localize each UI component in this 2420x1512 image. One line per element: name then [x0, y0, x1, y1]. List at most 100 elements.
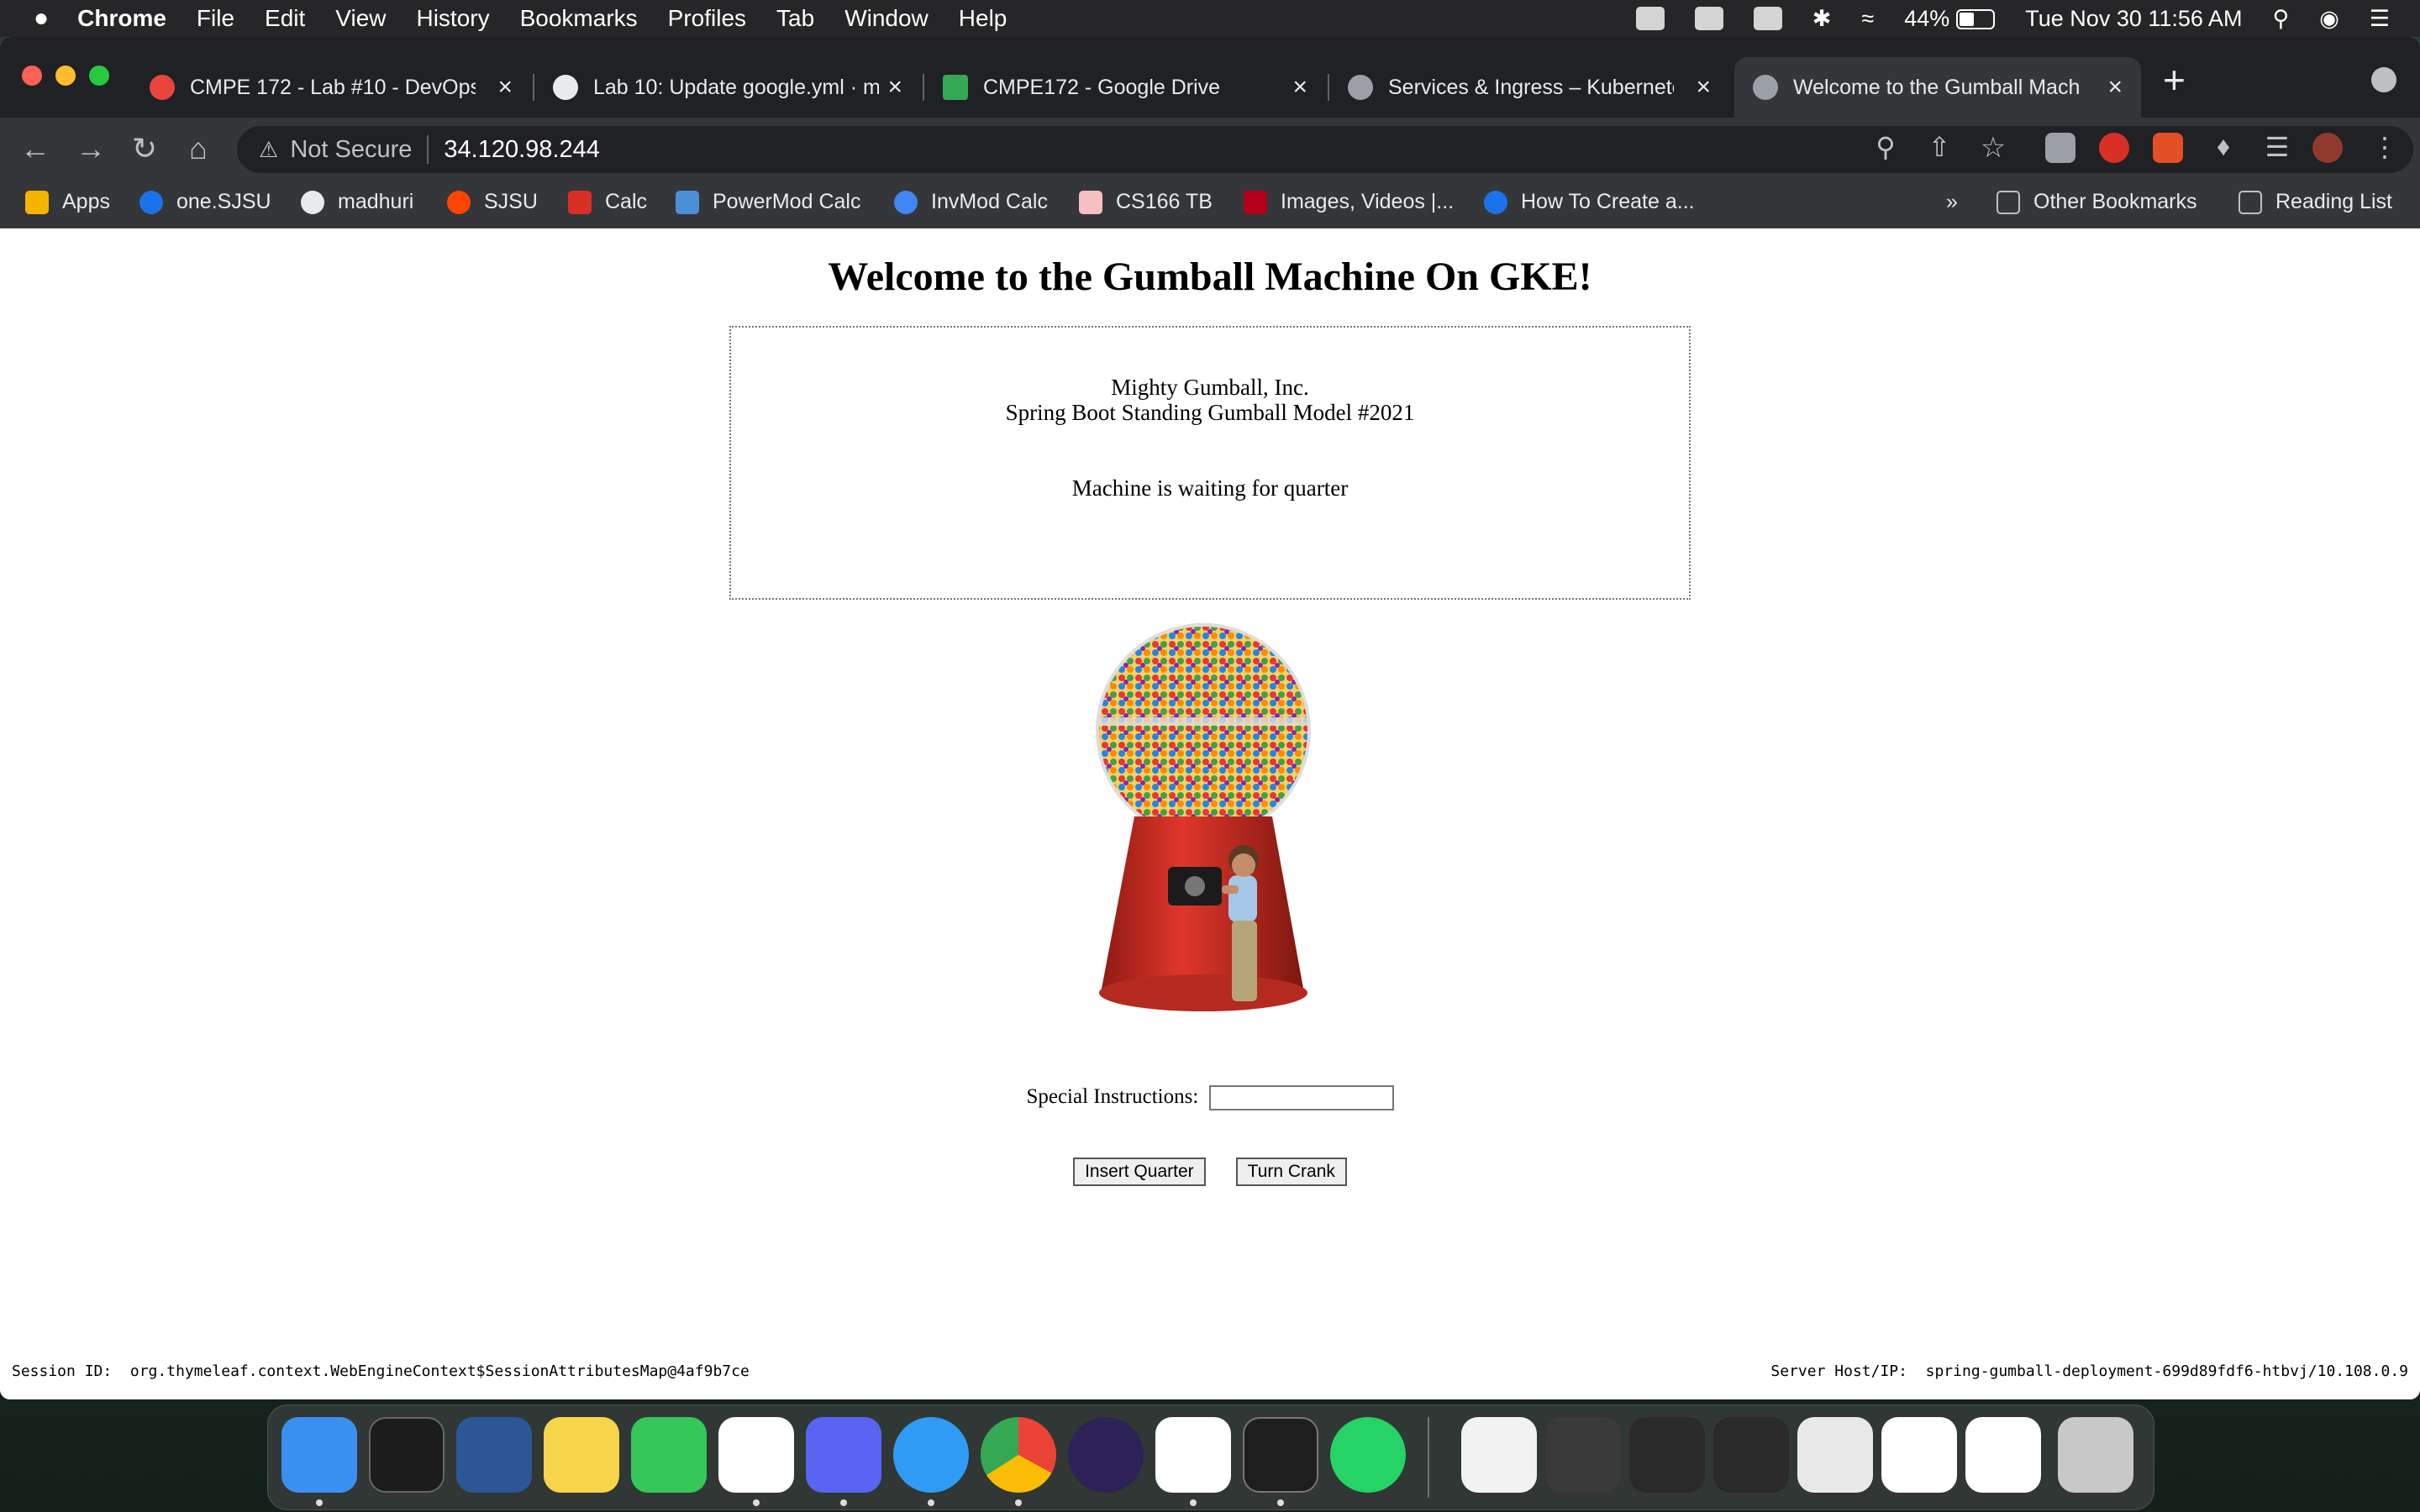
tab-google-drive[interactable]: CMPE172 - Google Drive ×	[924, 57, 1326, 118]
window-thumbnail-icon[interactable]	[1713, 1417, 1789, 1493]
company-name: Mighty Gumball, Inc.	[1111, 375, 1309, 400]
close-tab-icon[interactable]: ×	[2107, 73, 2123, 102]
trash-icon[interactable]	[2058, 1417, 2133, 1493]
profile-avatar[interactable]	[2312, 133, 2343, 163]
reading-list[interactable]: Reading List	[2238, 190, 2392, 214]
eclipse-icon[interactable]	[1068, 1417, 1144, 1493]
apple-icon[interactable]: ●	[34, 4, 49, 33]
more-menu-icon[interactable]: ⋮	[2366, 131, 2403, 163]
media-queue-icon[interactable]: ☰	[2259, 131, 2296, 163]
battery-status[interactable]: 44%	[1904, 6, 1996, 32]
close-tab-icon[interactable]: ×	[887, 73, 902, 102]
security-label[interactable]: Not Secure	[290, 136, 412, 164]
bookmark-star-icon[interactable]: ☆	[1975, 131, 2012, 165]
close-tab-icon[interactable]: ×	[1696, 73, 1711, 102]
menu-view[interactable]: View	[335, 5, 386, 32]
menu-profiles[interactable]: Profiles	[668, 5, 746, 32]
tp-extension-icon[interactable]	[2153, 133, 2183, 163]
tab-github-lab10[interactable]: Lab 10: Update google.yml · m ×	[534, 57, 921, 118]
clock[interactable]: Tue Nov 30 11:56 AM	[2025, 6, 2242, 32]
menu-help[interactable]: Help	[959, 5, 1007, 32]
warning-triangle-icon[interactable]: ⚠	[259, 137, 278, 163]
close-tab-icon[interactable]: ×	[497, 73, 513, 102]
wifi-icon[interactable]: ≈	[1861, 6, 1874, 32]
menu-history[interactable]: History	[416, 5, 489, 32]
bookmark-invmod-calc[interactable]: InvMod Calc	[894, 190, 1048, 214]
new-tab-plus-icon[interactable]: +	[2163, 57, 2186, 102]
zoom-magnifier-icon[interactable]: ⚲	[1867, 131, 1904, 163]
status-app-icon[interactable]	[1635, 7, 1665, 30]
control-center-icon[interactable]: ☰	[2370, 6, 2390, 32]
bookmarks-overflow[interactable]: »	[1946, 190, 1958, 214]
document-thumbnail-icon[interactable]	[1461, 1417, 1537, 1493]
bookmark-images-videos[interactable]: Images, Videos |...	[1244, 190, 1454, 214]
bookmark-sjsu[interactable]: SJSU	[447, 190, 538, 214]
bookmark-apps[interactable]: Apps	[25, 190, 110, 214]
gumball-machine-image	[1096, 623, 1311, 1011]
window-thumbnail-icon[interactable]	[1965, 1417, 2041, 1493]
turn-crank-button[interactable]: Turn Crank	[1235, 1158, 1347, 1186]
tab-kubernetes-services[interactable]: Services & Ingress – Kubernete ×	[1329, 57, 1729, 118]
close-window-button[interactable]	[22, 66, 42, 86]
messages-icon[interactable]	[893, 1417, 969, 1493]
close-tab-icon[interactable]: ×	[1292, 73, 1307, 102]
window-thumbnail-icon[interactable]	[1881, 1417, 1957, 1493]
menu-tab[interactable]: Tab	[776, 5, 814, 32]
one-sjsu-icon	[139, 190, 163, 214]
finder-icon[interactable]	[281, 1417, 357, 1493]
menu-edit[interactable]: Edit	[265, 5, 305, 32]
bookmark-one-sjsu[interactable]: one.SJSU	[139, 190, 271, 214]
bookmark-cs166-tb[interactable]: CS166 TB	[1079, 190, 1213, 214]
bookmark-label: Calc	[605, 190, 648, 213]
menu-window[interactable]: Window	[844, 5, 929, 32]
creative-cloud-icon[interactable]	[1694, 7, 1723, 30]
special-instructions-input[interactable]	[1208, 1085, 1394, 1111]
tab-gumball-active[interactable]: Welcome to the Gumball Machi ×	[1734, 57, 2141, 118]
bookmark-calc[interactable]: Calc	[568, 190, 647, 214]
share-icon[interactable]: ⇧	[1921, 131, 1958, 163]
bookmark-powermod-calc[interactable]: PowerMod Calc	[676, 190, 860, 214]
activity-monitor-icon[interactable]	[369, 1417, 445, 1493]
window-thumbnail-icon[interactable]	[1545, 1417, 1621, 1493]
insert-quarter-button[interactable]: Insert Quarter	[1073, 1158, 1206, 1186]
url-text[interactable]: 34.120.98.244	[444, 136, 599, 164]
menu-app-name[interactable]: Chrome	[77, 5, 166, 32]
tab-cmpe172-lab10[interactable]: CMPE 172 - Lab #10 - DevOps ×	[131, 57, 531, 118]
window-thumbnail-icon[interactable]	[1629, 1417, 1705, 1493]
home-icon[interactable]: ⌂	[180, 131, 217, 166]
dock	[267, 1404, 2154, 1510]
spotlight-search-icon[interactable]: ⚲	[2272, 6, 2289, 32]
vscode-icon[interactable]	[1155, 1417, 1231, 1493]
tab-search-icon[interactable]	[2371, 67, 2396, 92]
forward-arrow-icon[interactable]: →	[72, 131, 109, 166]
page-title: Welcome to the Gumball Machine On GKE!	[828, 255, 1592, 299]
facetime-icon[interactable]	[631, 1417, 707, 1493]
bookmark-how-to-create[interactable]: How To Create a...	[1484, 190, 1695, 214]
discord-icon[interactable]	[806, 1417, 881, 1493]
terminal-icon[interactable]	[1243, 1417, 1318, 1493]
puzzle-extensions-icon[interactable]: ♦	[2205, 131, 2242, 162]
bookmark-label: Apps	[62, 190, 110, 213]
chrome-icon[interactable]	[981, 1417, 1056, 1493]
menu-file[interactable]: File	[197, 5, 234, 32]
back-arrow-icon[interactable]: ←	[17, 131, 54, 166]
adblock-extension-icon[interactable]	[2099, 133, 2129, 163]
extension-icon[interactable]	[2045, 133, 2075, 163]
whatsapp-icon[interactable]	[1330, 1417, 1406, 1493]
slack-icon[interactable]	[718, 1417, 794, 1493]
bookmark-madhuri[interactable]: madhuri	[301, 190, 413, 214]
zoom-window-button[interactable]	[89, 66, 109, 86]
siri-icon[interactable]: ◉	[2319, 6, 2339, 32]
other-bookmarks[interactable]: Other Bookmarks	[1996, 190, 2197, 214]
address-bar[interactable]: ⚠ Not Secure 34.120.98.244	[237, 126, 2413, 173]
action-buttons: Insert Quarter Turn Crank	[0, 1158, 2420, 1186]
menu-bookmarks[interactable]: Bookmarks	[520, 5, 638, 32]
bookmark-label: Other Bookmarks	[2033, 190, 2197, 213]
window-thumbnail-icon[interactable]	[1797, 1417, 1873, 1493]
airplay-icon[interactable]	[1753, 7, 1782, 30]
reload-icon[interactable]: ↻	[126, 131, 163, 166]
bluetooth-icon[interactable]: ✱	[1812, 6, 1832, 32]
notes-icon[interactable]	[544, 1417, 619, 1493]
word-icon[interactable]	[456, 1417, 532, 1493]
minimize-window-button[interactable]	[55, 66, 76, 86]
